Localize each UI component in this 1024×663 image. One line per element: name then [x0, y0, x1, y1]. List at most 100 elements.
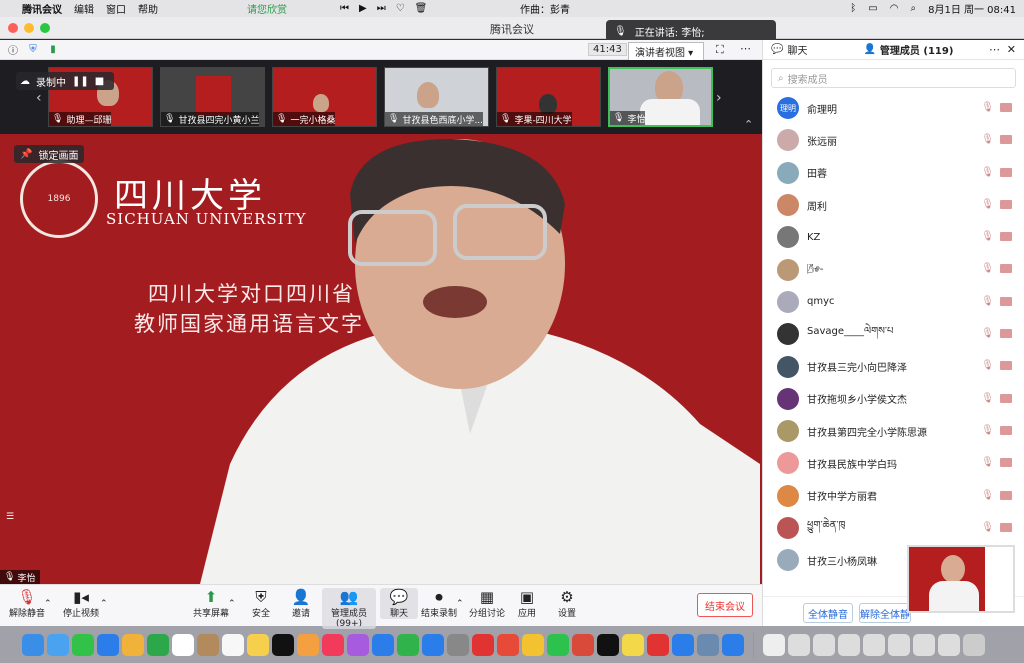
system-preferences-icon[interactable] — [447, 633, 469, 656]
video-thumb[interactable]: 🎙 甘孜县四完小黄小兰 — [160, 67, 265, 127]
qq-icon[interactable] — [597, 633, 619, 656]
more-icon[interactable]: ⋯ — [989, 43, 1000, 56]
mic-muted-icon[interactable]: 🎙 — [981, 328, 994, 339]
camera-off-icon[interactable] — [1000, 393, 1012, 403]
member-row[interactable]: KZ 🎙 — [763, 221, 1024, 253]
more-icon[interactable]: ⋯ — [740, 42, 751, 55]
keynote-icon[interactable] — [372, 633, 394, 656]
member-row[interactable]: ཕྱུག་ཆེན་ཁུ 🎙 — [763, 512, 1024, 544]
window-thumb-6[interactable] — [913, 633, 935, 656]
mic-muted-icon[interactable]: 🎙 — [981, 457, 994, 468]
fullscreen-icon[interactable]: ⛶ — [716, 43, 724, 57]
mic-muted-icon[interactable]: 🎙 — [981, 231, 994, 242]
camera-off-icon[interactable] — [1000, 522, 1012, 532]
office-icon[interactable] — [572, 633, 594, 656]
camera-off-icon[interactable] — [1000, 329, 1012, 339]
member-row[interactable]: 甘孜县民族中学白玛 🎙 — [763, 447, 1024, 479]
member-row[interactable]: 甘孜县第四完全小学陈思源 🎙 — [763, 415, 1024, 447]
shield-icon[interactable]: ⛨ — [26, 43, 40, 57]
camera-off-icon[interactable] — [1000, 458, 1012, 468]
netease-music-icon[interactable] — [472, 633, 494, 656]
camera-off-icon[interactable] — [1000, 425, 1012, 435]
chrome-icon[interactable] — [522, 633, 544, 656]
mic-muted-icon[interactable]: 🎙 — [981, 102, 994, 113]
window-thumb-4[interactable] — [863, 633, 885, 656]
unmute-all-button[interactable]: 解除全体静 — [859, 603, 911, 623]
pdf-icon[interactable] — [622, 633, 644, 656]
contacts-icon[interactable] — [197, 633, 219, 656]
menu-edit[interactable]: 编辑 — [74, 1, 94, 16]
window-thumb-1[interactable] — [788, 633, 810, 656]
video-thumb[interactable]: 🎙 甘孜县色西底小学... — [384, 67, 489, 127]
camera-off-icon[interactable] — [1000, 264, 1012, 274]
safari-icon[interactable] — [47, 633, 69, 656]
tab-chat[interactable]: 💬 聊天 — [763, 40, 815, 60]
app-store-icon[interactable] — [422, 633, 444, 656]
member-row[interactable]: 理明 俞理明 🎙 — [763, 92, 1024, 124]
prev-icon[interactable]: ⏮ — [340, 3, 349, 14]
lock-view-button[interactable]: 📌 锁定画面 — [14, 145, 84, 163]
menu-app[interactable]: 腾讯会议 — [22, 1, 62, 16]
mic-muted-icon[interactable]: 🎙 — [981, 296, 994, 307]
menu-window[interactable]: 窗口 — [106, 1, 126, 16]
chevron-up-icon[interactable]: ⌃ — [228, 599, 236, 609]
pause-icon[interactable]: ❚❚ — [72, 76, 89, 87]
chat-button[interactable]: 💬 聊天 — [380, 588, 418, 619]
member-search-input[interactable]: ⌕ 搜索成员 — [771, 68, 1016, 88]
preview-icon[interactable] — [697, 633, 719, 656]
strip-prev-arrow[interactable]: ‹ — [36, 90, 42, 106]
messages-icon[interactable] — [72, 633, 94, 656]
finder-icon[interactable] — [22, 633, 44, 656]
member-row[interactable]: 张远丽 🎙 — [763, 124, 1024, 156]
window-thumb-2[interactable] — [813, 633, 835, 656]
mute-all-button[interactable]: 全体静音 — [803, 603, 853, 623]
mic-muted-icon[interactable]: 🎙 — [981, 199, 994, 210]
music-icon[interactable] — [322, 633, 344, 656]
video-thumb-active[interactable]: 🎙 李怡 — [608, 67, 713, 127]
tencent-meeting-icon[interactable] — [672, 633, 694, 656]
settings-button[interactable]: ⚙ 设置 — [542, 588, 592, 619]
facetime-icon[interactable] — [147, 633, 169, 656]
wifi-icon[interactable]: ◠ — [890, 3, 899, 14]
info-icon[interactable]: ⓘ — [6, 43, 20, 57]
window-thumb-5[interactable] — [888, 633, 910, 656]
mic-muted-icon[interactable]: 🎙 — [981, 360, 994, 371]
chevron-up-icon[interactable]: ⌃ — [100, 599, 108, 609]
tab-members[interactable]: 👤 管理成员 (119) — [855, 40, 961, 60]
numbers-icon[interactable] — [397, 633, 419, 656]
stop-icon[interactable]: ■ — [95, 76, 104, 87]
floating-self-view[interactable] — [907, 545, 1015, 613]
chevron-up-icon[interactable]: ⌃ — [44, 599, 52, 609]
bluetooth-icon[interactable]: ᛒ — [850, 3, 856, 14]
photos-icon[interactable] — [122, 633, 144, 656]
notes-icon[interactable] — [247, 633, 269, 656]
stop-video-button[interactable]: ▮◂ 停止视频 — [56, 588, 106, 619]
trash-icon[interactable]: 🗑 — [415, 3, 428, 14]
camera-off-icon[interactable] — [1000, 167, 1012, 177]
mic-muted-icon[interactable]: 🎙 — [981, 522, 994, 533]
window-thumb-7[interactable] — [938, 633, 960, 656]
calendar-icon[interactable] — [172, 633, 194, 656]
battery-icon[interactable]: ▭ — [868, 3, 877, 14]
pages-icon[interactable] — [297, 633, 319, 656]
trash-icon[interactable] — [963, 633, 985, 656]
member-row[interactable]: 🌬- 🎙 — [763, 253, 1024, 285]
close-icon[interactable]: ✕ — [1007, 43, 1016, 56]
member-row[interactable]: Savage____ལེགས་པ 🎙 — [763, 318, 1024, 350]
menu-help[interactable]: 帮助 — [138, 1, 158, 16]
mic-muted-icon[interactable]: 🎙 — [981, 263, 994, 274]
member-row[interactable]: 周利 🎙 — [763, 189, 1024, 221]
signal-icon[interactable]: ▮ — [46, 43, 60, 57]
play-icon[interactable]: ▶ — [359, 3, 367, 14]
podcasts-icon[interactable] — [347, 633, 369, 656]
manage-members-button[interactable]: 👥 管理成员(99+) — [322, 588, 376, 629]
view-mode-select[interactable]: 演讲者视图 ▾ — [628, 42, 704, 61]
camera-off-icon[interactable] — [1000, 296, 1012, 306]
downloads-icon[interactable] — [763, 633, 785, 656]
recording-badge[interactable]: ☁ 录制中 ❚❚ ■ — [16, 72, 114, 90]
camera-off-icon[interactable] — [1000, 135, 1012, 145]
member-row[interactable]: 田蓉 🎙 — [763, 157, 1024, 189]
video-thumb[interactable]: 🎙 一完小格桑 — [272, 67, 377, 127]
search-icon[interactable]: ⌕ — [910, 3, 916, 14]
member-row[interactable]: 甘孜县三完小向巴降泽 🎙 — [763, 350, 1024, 382]
